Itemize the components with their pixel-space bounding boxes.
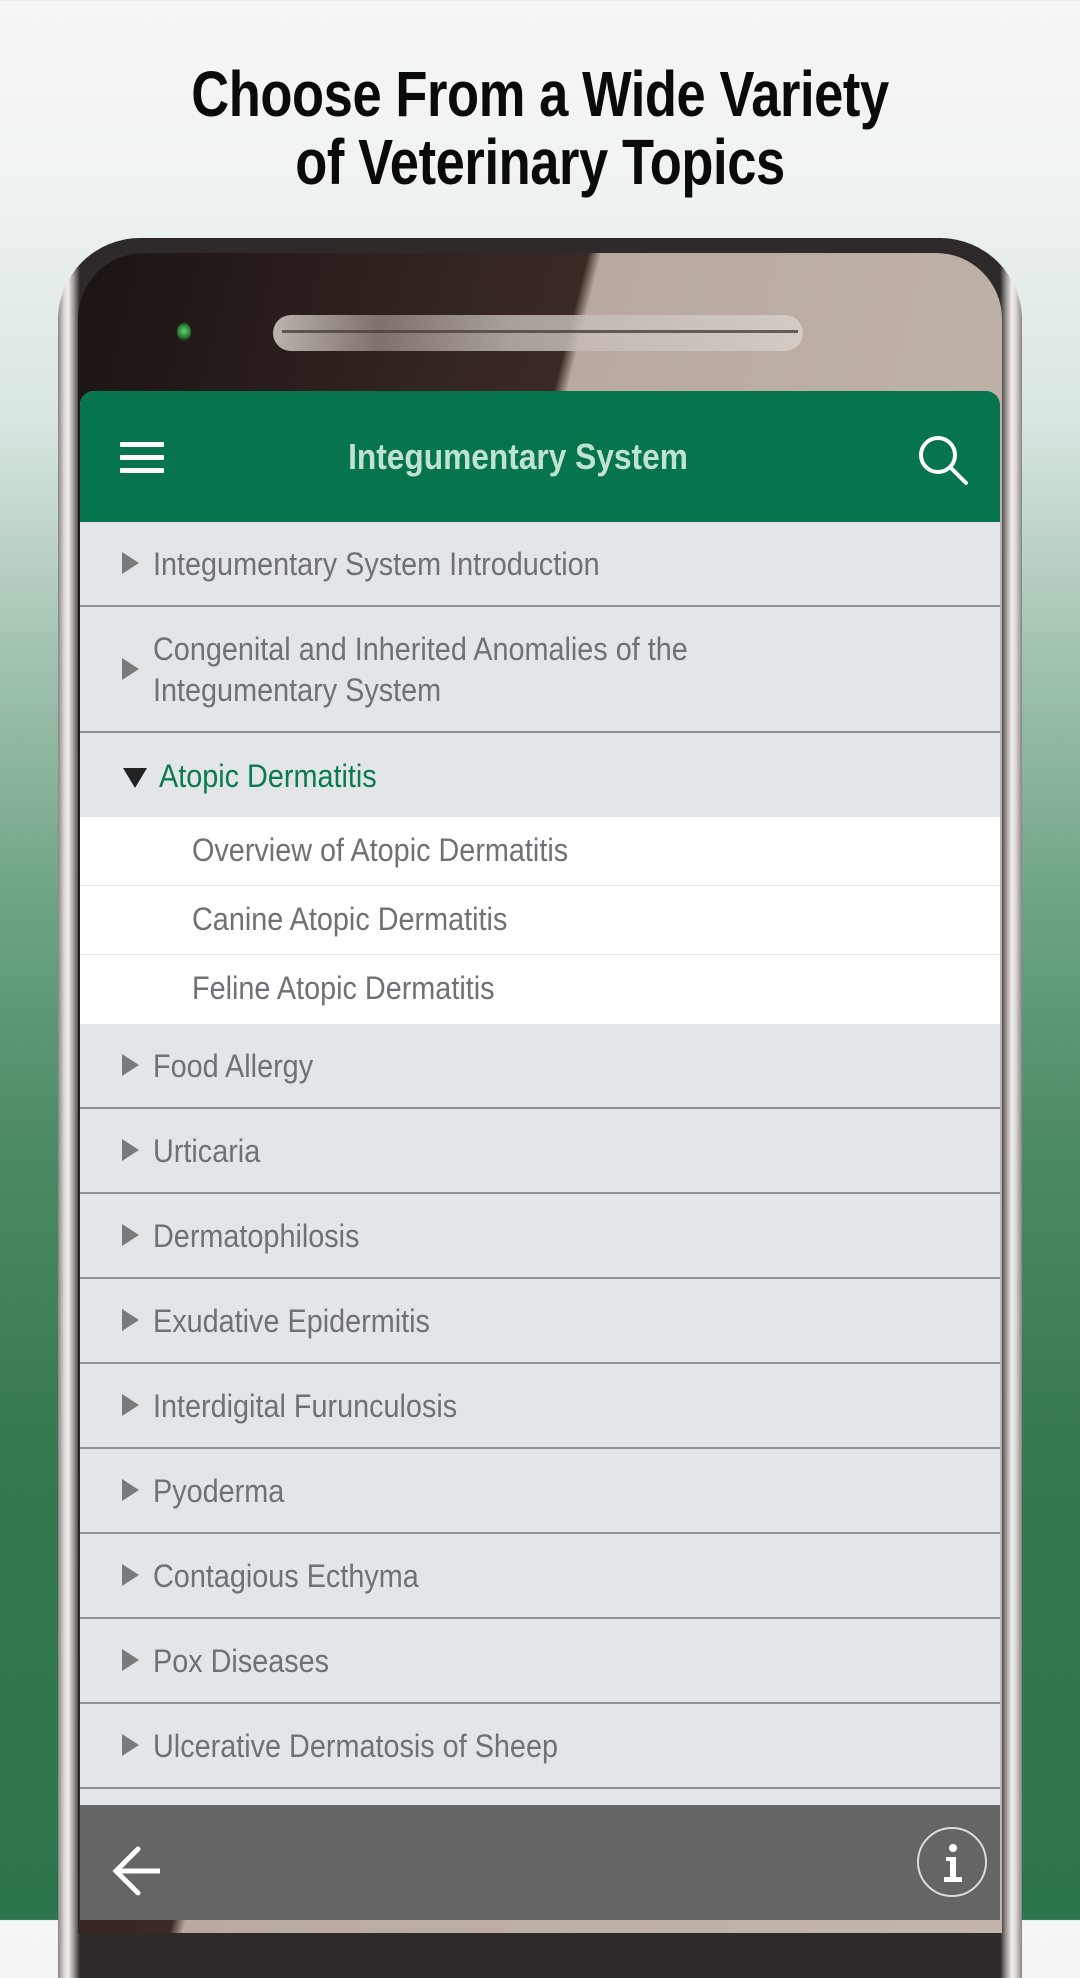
topic-row[interactable]: Urticaria xyxy=(80,1109,1000,1194)
back-arrow-glyph xyxy=(112,1846,160,1896)
expand-arrow-icon xyxy=(122,1394,139,1416)
earpiece-speaker xyxy=(273,315,803,351)
topic-row[interactable]: Pyoderma xyxy=(80,1449,1000,1534)
expand-arrow-icon xyxy=(122,1479,139,1501)
topic-row[interactable]: Ulcerative Dermatosis of Sheep xyxy=(80,1704,1000,1789)
expand-arrow-icon xyxy=(122,1564,139,1586)
topic-label: Food Allergy xyxy=(153,1048,314,1084)
topic-row-expanded[interactable]: Atopic Dermatitis xyxy=(80,733,1000,817)
expand-arrow-icon xyxy=(122,1054,139,1076)
subtopic-row[interactable]: Canine Atopic Dermatitis xyxy=(80,886,1000,955)
topic-label: Dermatophilosis xyxy=(153,1218,360,1254)
info-glyph-dot xyxy=(949,1844,957,1852)
page-title: Integumentary System xyxy=(348,436,688,477)
topic-label: Integumentary System Introduction xyxy=(153,546,600,582)
topic-label: Exudative Epidermitis xyxy=(153,1303,430,1339)
topic-row[interactable]: Dermatophilosis xyxy=(80,1194,1000,1279)
back-arrow-icon[interactable] xyxy=(110,1843,166,1899)
topic-row[interactable]: Interdigital Furunculosis xyxy=(80,1364,1000,1449)
topic-label: Pyoderma xyxy=(153,1473,285,1509)
topic-label: Congenital and Inherited Anomalies of th… xyxy=(153,631,688,667)
collapse-arrow-icon xyxy=(123,768,147,788)
topic-row[interactable]: Pox Diseases xyxy=(80,1619,1000,1704)
topic-label-line2: Integumentary System xyxy=(153,672,442,708)
subtopic-row[interactable]: Feline Atopic Dermatitis xyxy=(80,955,1000,1024)
subtopic-label: Overview of Atopic Dermatitis xyxy=(192,832,569,868)
topic-row[interactable]: Food Allergy xyxy=(80,1024,1000,1109)
bottom-toolbar xyxy=(80,1805,1000,1920)
topic-label: Ulcerative Dermatosis of Sheep xyxy=(153,1728,558,1764)
promo-headline-line1: Choose From a Wide Variety xyxy=(191,58,889,130)
expand-arrow-icon xyxy=(122,1224,139,1246)
promo-headline-line2: of Veterinary Topics xyxy=(295,126,785,198)
expand-arrow-icon xyxy=(122,552,139,574)
topic-label: Interdigital Furunculosis xyxy=(153,1388,458,1424)
expand-arrow-icon xyxy=(122,1734,139,1756)
earpiece-slot xyxy=(282,330,798,333)
topic-label: Pox Diseases xyxy=(153,1643,330,1679)
search-icon-glyph xyxy=(919,436,968,485)
topic-row[interactable]: Congenital and Inherited Anomalies of th… xyxy=(80,607,1000,733)
search-icon[interactable] xyxy=(916,433,972,489)
subtopic-label: Feline Atopic Dermatitis xyxy=(192,970,495,1006)
topic-row[interactable]: Contagious Ecthyma xyxy=(80,1534,1000,1619)
topic-label: Atopic Dermatitis xyxy=(159,758,377,794)
subtopic-row[interactable]: Overview of Atopic Dermatitis xyxy=(80,817,1000,886)
topic-label: Urticaria xyxy=(153,1133,261,1169)
topic-row[interactable]: Integumentary System Introduction xyxy=(80,522,1000,607)
app-screen: Integumentary System Integumentary Syste… xyxy=(80,391,1000,1920)
expand-arrow-icon xyxy=(122,658,139,680)
promo-headline: Choose From a Wide Variety of Veterinary… xyxy=(97,60,983,196)
app-bar: Integumentary System xyxy=(80,391,1000,522)
info-glyph-base xyxy=(944,1877,962,1882)
front-camera-icon xyxy=(177,323,191,341)
expand-arrow-icon xyxy=(122,1139,139,1161)
topic-label: Contagious Ecthyma xyxy=(153,1558,419,1594)
subtopic-label: Canine Atopic Dermatitis xyxy=(192,901,508,937)
topic-list: Integumentary System Introduction Congen… xyxy=(80,522,1000,1789)
info-icon[interactable] xyxy=(917,1827,987,1897)
expand-arrow-icon xyxy=(122,1649,139,1671)
topic-row[interactable]: Exudative Epidermitis xyxy=(80,1279,1000,1364)
expand-arrow-icon xyxy=(122,1309,139,1331)
